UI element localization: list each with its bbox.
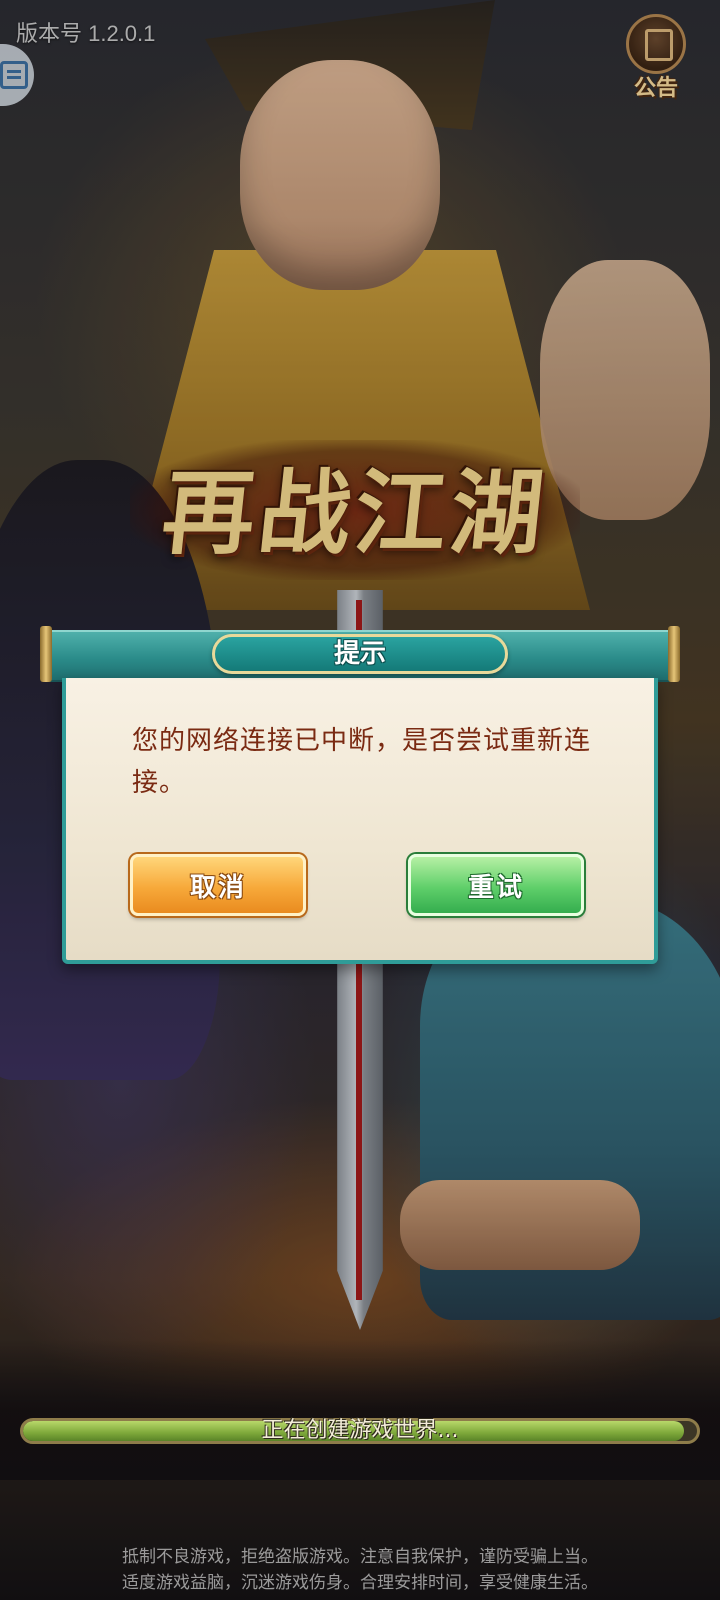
dialog-title: 提示: [333, 639, 386, 669]
loading-status-text: 正在创建游戏世界...: [261, 1418, 459, 1443]
game-loading-screen: 再战江湖 版本号 1.2.0.1 公告 您的网络连接已中断，是否尝试重新连接。 …: [0, 0, 720, 1600]
retry-button[interactable]: 重试: [408, 854, 584, 916]
health-notice-line-1: 抵制不良游戏，拒绝盗版游戏。注意自我保护，谨防受骗上当。: [122, 1547, 598, 1567]
health-notice-line-2: 适度游戏益脑，沉迷游戏伤身。合理安排时间，享受健康生活。: [122, 1573, 598, 1593]
dialog-message: 您的网络连接已中断，是否尝试重新连接。: [132, 726, 592, 798]
scroll-rod-left: [40, 626, 52, 682]
cancel-button[interactable]: 取消: [130, 854, 306, 916]
scroll-rod-right: [668, 626, 680, 682]
dialog-body: 您的网络连接已中断，是否尝试重新连接。 取消 重试: [62, 678, 658, 964]
network-error-dialog: 您的网络连接已中断，是否尝试重新连接。 取消 重试 提示: [40, 626, 680, 964]
